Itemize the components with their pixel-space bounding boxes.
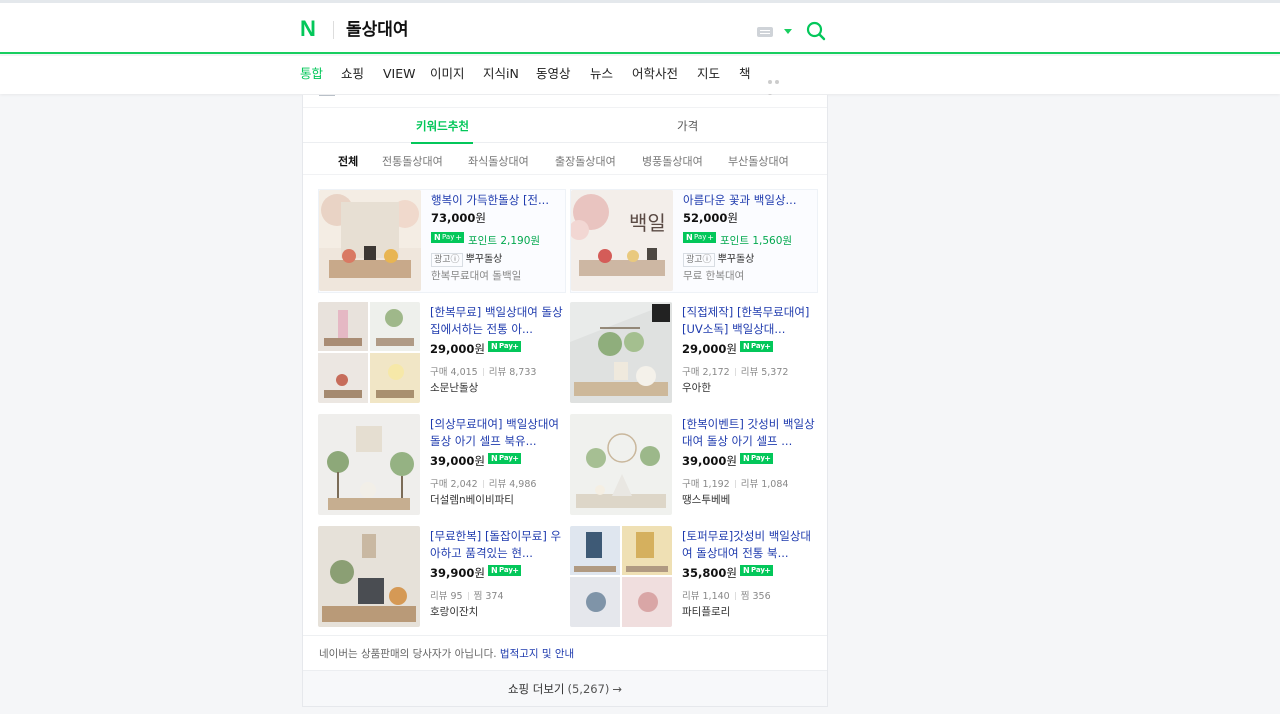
seller-name[interactable]: 한복무료대여 돌백일: [431, 268, 521, 283]
tab-video[interactable]: 동영상: [536, 66, 571, 82]
chevron-down-icon[interactable]: [784, 29, 792, 34]
divider: [319, 95, 335, 96]
npay-badge-icon: N Pay +: [739, 341, 773, 352]
product-price: 39,000원 N Pay +: [430, 453, 521, 468]
shopping-more-button[interactable]: 쇼핑 더보기 (5,267) →: [303, 670, 827, 707]
product-image[interactable]: [318, 414, 420, 515]
product-image[interactable]: [318, 302, 420, 403]
seller-name[interactable]: 더설렘n베이비파티: [430, 492, 514, 507]
purchase-review-stats: 구매 2,042 리뷰 4,986: [430, 479, 537, 490]
npay-points: N Pay + 포인트 1,560원: [683, 232, 792, 248]
product-price: 52,000원: [683, 211, 738, 225]
product-title[interactable]: [토퍼무료]갓성비 백일상대여 돌상대여 전통 북...: [682, 528, 816, 562]
search-query-input[interactable]: 돌상대여: [346, 19, 409, 41]
seller-name[interactable]: 무료 한복대여: [683, 268, 744, 283]
search-tabs: 통합 쇼핑 VIEW 이미지 지식iN 동영상 뉴스 어학사전 지도 책: [0, 56, 1280, 98]
product-title[interactable]: [의상무료대여] 백일상대여 돌상 아기 셀프 북유...: [430, 416, 564, 450]
product-image[interactable]: [570, 302, 672, 403]
tab-integrated[interactable]: 통합: [300, 66, 323, 82]
product-price: 35,800원 N Pay +: [682, 565, 773, 580]
npay-points: N Pay + 포인트 2,190원: [431, 232, 540, 248]
npay-badge-icon: N Pay +: [739, 565, 773, 576]
product-card[interactable]: [무료한복] [돌잡이무료] 우아하고 품격있는 현... 39,900원 N Pa…: [318, 526, 566, 630]
product-card[interactable]: [토퍼무료]갓성비 백일상대여 돌상대여 전통 북... 35,800원 N Pay…: [570, 526, 818, 630]
product-title[interactable]: [한복이벤트] 갓성비 백일상대여 돌상 아기 셀프 ...: [682, 416, 816, 450]
filter-traditional[interactable]: 전통돌상대여: [382, 153, 443, 169]
product-card[interactable]: [의상무료대여] 백일상대여 돌상 아기 셀프 북유... 39,000원 N Pa…: [318, 414, 566, 518]
ad-badge: 광고ⓘ 뿌꾸돌상: [683, 250, 754, 267]
shopping-section: 키워드추천 가격 전체 전통돌상대여 좌식돌상대여 출장돌상대여 병풍돌상대여 …: [302, 95, 828, 707]
npay-badge-icon: N Pay +: [487, 341, 521, 352]
tab-map[interactable]: 지도: [697, 66, 720, 82]
search-icon[interactable]: [806, 21, 826, 41]
product-title[interactable]: 행복이 가득한돌상 [전...: [431, 192, 565, 209]
npay-badge-icon: N Pay +: [739, 453, 773, 464]
npay-badge-icon: N Pay +: [487, 565, 521, 576]
npay-badge-icon: N Pay +: [431, 232, 464, 243]
product-image[interactable]: [570, 526, 672, 627]
npay-badge-icon: N Pay +: [683, 232, 716, 243]
purchase-review-stats: 구매 1,192 리뷰 1,084: [682, 479, 789, 490]
purchase-review-stats: 구매 4,015 리뷰 8,733: [430, 367, 537, 378]
seller-name[interactable]: 파티플로리: [682, 604, 730, 619]
tab-view[interactable]: VIEW: [383, 66, 416, 82]
tab-dictionary[interactable]: 어학사전: [632, 66, 678, 82]
legal-notice: 네이버는 상품판매의 당사자가 아닙니다. 법적고지 및 안내: [303, 635, 827, 669]
product-title[interactable]: [무료한복] [돌잡이무료] 우아하고 품격있는 현...: [430, 528, 564, 562]
product-price: 39,000원 N Pay +: [682, 453, 773, 468]
top-search-bar: N 돌상대여: [0, 0, 1280, 54]
npay-badge-icon: N Pay +: [487, 453, 521, 464]
product-price: 39,900원 N Pay +: [430, 565, 521, 580]
seller-name[interactable]: 땡스투베베: [682, 492, 730, 507]
tab-kin[interactable]: 지식iN: [483, 66, 519, 82]
product-card[interactable]: 백일 아름다운 꽃과 백일상... 52,000원 N Pay + 포인트 1,560…: [570, 189, 818, 293]
seller-name[interactable]: 호랑이잔치: [430, 604, 478, 619]
filter-floor[interactable]: 좌식돌상대여: [468, 153, 529, 169]
product-price: 29,000원 N Pay +: [430, 341, 521, 356]
seller-name[interactable]: 소문난돌상: [430, 380, 478, 395]
product-price: 29,000원 N Pay +: [682, 341, 773, 356]
product-image[interactable]: 백일: [571, 190, 673, 291]
filter-visit[interactable]: 출장돌상대여: [555, 153, 616, 169]
product-image[interactable]: [318, 526, 420, 627]
product-price: 73,000원: [431, 211, 486, 225]
tab-books[interactable]: 책: [739, 66, 751, 82]
product-image[interactable]: [319, 190, 421, 291]
naver-logo[interactable]: N: [300, 18, 318, 40]
tab-images[interactable]: 이미지: [430, 66, 465, 82]
tab-shopping[interactable]: 쇼핑: [341, 66, 364, 82]
product-card[interactable]: [한복이벤트] 갓성비 백일상대여 돌상 아기 셀프 ... 39,000원 N P…: [570, 414, 818, 518]
legal-notice-link[interactable]: 법적고지 및 안내: [500, 648, 574, 660]
product-card[interactable]: 행복이 가득한돌상 [전... 73,000원 N Pay + 포인트 2,190원 …: [318, 189, 566, 293]
tab-news[interactable]: 뉴스: [590, 66, 613, 82]
keyword-filters: 전체 전통돌상대여 좌식돌상대여 출장돌상대여 병풍돌상대여 부산돌상대여: [303, 143, 827, 175]
filter-screen[interactable]: 병풍돌상대여: [642, 153, 703, 169]
filter-busan[interactable]: 부산돌상대여: [728, 153, 789, 169]
product-card[interactable]: [직접제작] [한복무료대여] [UV소독] 백일상대... 29,000원 N P…: [570, 302, 818, 406]
filter-all[interactable]: 전체: [338, 153, 358, 169]
purchase-review-stats: 구매 2,172 리뷰 5,372: [682, 367, 789, 378]
product-title[interactable]: 아름다운 꽃과 백일상...: [683, 192, 817, 209]
ad-badge: 광고ⓘ 뿌꾸돌상: [431, 250, 502, 267]
more-tabs-icon[interactable]: [768, 73, 788, 98]
arrow-right-icon: →: [612, 682, 623, 696]
keyboard-icon[interactable]: [757, 27, 773, 37]
tab-price[interactable]: 가격: [677, 118, 698, 134]
product-image[interactable]: [570, 414, 672, 515]
product-title[interactable]: [한복무료] 백일상대여 돌상 집에서하는 전통 아...: [430, 304, 564, 338]
seller-name[interactable]: 우아한: [682, 380, 711, 395]
product-card[interactable]: [한복무료] 백일상대여 돌상 집에서하는 전통 아... 29,000원 N Pa…: [318, 302, 566, 406]
divider: [333, 21, 334, 39]
svg-text:백일: 백일: [629, 211, 666, 235]
shopping-subtabs: 키워드추천 가격: [303, 107, 827, 144]
review-wishlist-stats: 리뷰 95 찜 374: [430, 591, 504, 602]
tab-keyword-recommend[interactable]: 키워드추천: [416, 118, 469, 134]
review-wishlist-stats: 리뷰 1,140 찜 356: [682, 591, 771, 602]
product-title[interactable]: [직접제작] [한복무료대여] [UV소독] 백일상대...: [682, 304, 816, 338]
